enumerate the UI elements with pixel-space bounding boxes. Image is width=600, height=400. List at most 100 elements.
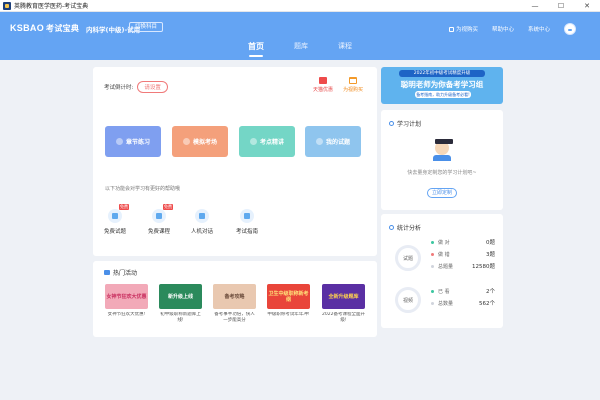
pencil-icon xyxy=(115,138,123,145)
help-link[interactable]: 帮助中心 xyxy=(492,25,514,33)
stat-value: 0题 xyxy=(486,240,495,246)
plan-icon xyxy=(389,121,394,126)
maximize-icon[interactable]: ☐ xyxy=(548,0,574,12)
computer-dialogue-button[interactable]: 人机对话 xyxy=(184,209,220,235)
video-icon: 免费 xyxy=(152,204,173,223)
avatar[interactable] xyxy=(564,23,576,35)
stat-row-correct: 做 对 0题 xyxy=(431,238,495,246)
window-title-bar: 英腾教育医学医药-考试宝典 — ☐ ✕ xyxy=(0,0,600,12)
cart-icon xyxy=(448,26,454,32)
tmall-discount-label: 天猫优惠 xyxy=(313,87,334,93)
study-plan-title: 学习计划 xyxy=(389,119,421,128)
status-dot xyxy=(431,252,434,256)
videos-ring: 视频 xyxy=(395,287,421,313)
stat-value: 2个 xyxy=(486,289,495,295)
main-nav: 首页 题库 课程 xyxy=(0,41,600,57)
monitor-icon xyxy=(195,209,209,223)
hot-activities-heading: 热门活动 xyxy=(113,270,138,277)
activity-thumbnail: 备考攻略 xyxy=(213,284,256,309)
stat-label: 做 对 xyxy=(438,239,450,246)
activity-thumbnail: 女神节狂欢大优惠 xyxy=(105,284,148,309)
activity-caption: 2022备考课程全面升级! xyxy=(322,312,365,323)
stat-label: 总题量 xyxy=(438,263,454,270)
tmall-discount-button[interactable]: 天猫优惠 xyxy=(313,77,333,93)
mock-exam-button[interactable]: 模拟考场 xyxy=(172,126,228,157)
exam-guide-label: 考试指南 xyxy=(235,229,258,235)
activity-caption: 备考事半功倍，快人一步能高分 xyxy=(214,312,255,323)
status-dot xyxy=(431,240,434,244)
statistics-title: 统计分析 xyxy=(389,223,421,232)
settings-link[interactable]: 系统中心 xyxy=(528,25,550,33)
cart-icon xyxy=(349,77,357,84)
free-courses-label: 免费课程 xyxy=(147,229,170,235)
free-courses-button[interactable]: 免费 免费课程 xyxy=(141,204,177,235)
stat-value: 3题 xyxy=(486,252,495,258)
stat-row-total-questions: 总题量 12580题 xyxy=(431,262,495,270)
key-points-button[interactable]: 考点精讲 xyxy=(239,126,295,157)
brand-logo[interactable]: KSBAO 考试宝典 xyxy=(10,23,79,34)
header-links: 为视购买 帮助中心 系统中心 xyxy=(448,23,576,35)
tab-question-bank[interactable]: 题库 xyxy=(290,41,312,55)
purchase-button[interactable]: 为视购买 xyxy=(343,77,363,93)
tools-hint: 以下功能会对学习有更好的帮助哦 xyxy=(105,186,181,192)
purchase-label: 为视购买 xyxy=(343,87,364,93)
customize-plan-button[interactable]: 立即定制 xyxy=(427,188,457,198)
exam-countdown-label: 考试倒计时: xyxy=(104,85,134,91)
free-questions-button[interactable]: 免费 免费试题 xyxy=(97,204,133,235)
megaphone-icon xyxy=(104,270,110,275)
settings-link-label: 系统中心 xyxy=(527,27,550,33)
exam-countdown: 考试倒计时: 请设置 xyxy=(104,81,168,93)
statistics-card: 统计分析 试题 视频 做 对 0题 做 错 3题 总题量 12580题 已 看 … xyxy=(381,214,503,328)
chart-icon xyxy=(389,225,394,230)
bargain-link-label: 为视购买 xyxy=(455,27,478,33)
status-dot xyxy=(431,301,434,305)
my-questions-button[interactable]: 我的试题 xyxy=(305,126,361,157)
stat-label: 总数量 xyxy=(438,300,454,307)
questions-icon: 免费 xyxy=(108,204,129,223)
my-questions-label: 我的试题 xyxy=(325,139,350,146)
study-plan-heading: 学习计划 xyxy=(397,121,422,128)
activity-card[interactable]: 卫生中级职称新考纲 中级职称考试年年冲! xyxy=(267,284,310,324)
activity-thumbnail: 新升级上线 xyxy=(159,284,202,309)
brand-logo-cn: 考试宝典 xyxy=(46,24,80,33)
gift-icon xyxy=(319,77,327,84)
bargain-link[interactable]: 为视购买 xyxy=(448,25,478,33)
activity-card[interactable]: 新升级上线 初中级职称新题库上线! xyxy=(159,284,202,324)
banner-line-1: 2022年初中级考试精度升级 xyxy=(399,70,485,77)
questions-ring: 试题 xyxy=(395,245,421,271)
compass-icon xyxy=(240,209,254,223)
activity-card[interactable]: 全新升级题库 2022备考课程全面升级! xyxy=(322,284,365,324)
app-logo-icon xyxy=(3,1,11,10)
chapter-practice-button[interactable]: 章节练习 xyxy=(105,126,161,157)
key-points-label: 考点精讲 xyxy=(259,139,284,146)
activity-thumbnail: 全新升级题库 xyxy=(322,284,365,309)
clock-icon xyxy=(182,138,190,145)
free-questions-label: 免费试题 xyxy=(103,229,126,235)
window-title: 英腾教育医学医药-考试宝典 xyxy=(14,3,89,10)
activity-caption: 中级职称考试年年冲! xyxy=(267,312,310,317)
stat-value: 12580题 xyxy=(472,264,495,270)
chapter-practice-label: 章节练习 xyxy=(125,139,150,146)
close-icon[interactable]: ✕ xyxy=(574,0,600,12)
set-exam-date-button[interactable]: 请设置 xyxy=(137,81,168,93)
stat-row-watched: 已 看 2个 xyxy=(431,287,495,295)
free-badge: 免费 xyxy=(119,204,129,210)
tab-home[interactable]: 首页 xyxy=(244,41,268,57)
book-icon xyxy=(249,138,257,145)
study-plan-card: 学习计划 快去量身定制您的学习计划吧~ 立即定制 xyxy=(381,110,503,210)
activity-card[interactable]: 女神节狂欢大优惠 女神节狂欢大优惠! xyxy=(105,284,148,324)
banner-line-2: 聪明老师为你备考学习组 xyxy=(400,80,484,89)
stat-row-total-videos: 总数量 562个 xyxy=(431,299,495,307)
brand-logo-en: KSBAO xyxy=(10,23,45,33)
exam-guide-button[interactable]: 考试指南 xyxy=(229,209,265,235)
tab-courses[interactable]: 课程 xyxy=(334,41,356,55)
computer-dialogue-label: 人机对话 xyxy=(190,229,213,235)
activity-caption: 女神节狂欢大优惠! xyxy=(107,312,146,317)
help-link-label: 帮助中心 xyxy=(491,27,514,33)
activity-card[interactable]: 备考攻略 备考事半功倍，快人一步能高分 xyxy=(213,284,256,324)
promo-banner[interactable]: 2022年初中级考试精度升级 聪明老师为你备考学习组 备考指南，助力升级备考必看… xyxy=(381,67,503,104)
home-main-card: 考试倒计时: 请设置 天猫优惠 为视购买 章节练习 模拟考场 考点精讲 我的试题… xyxy=(93,67,377,256)
document-icon xyxy=(315,138,323,145)
minimize-icon[interactable]: — xyxy=(522,0,548,12)
switch-course-button[interactable]: 切换科目 xyxy=(129,22,164,32)
